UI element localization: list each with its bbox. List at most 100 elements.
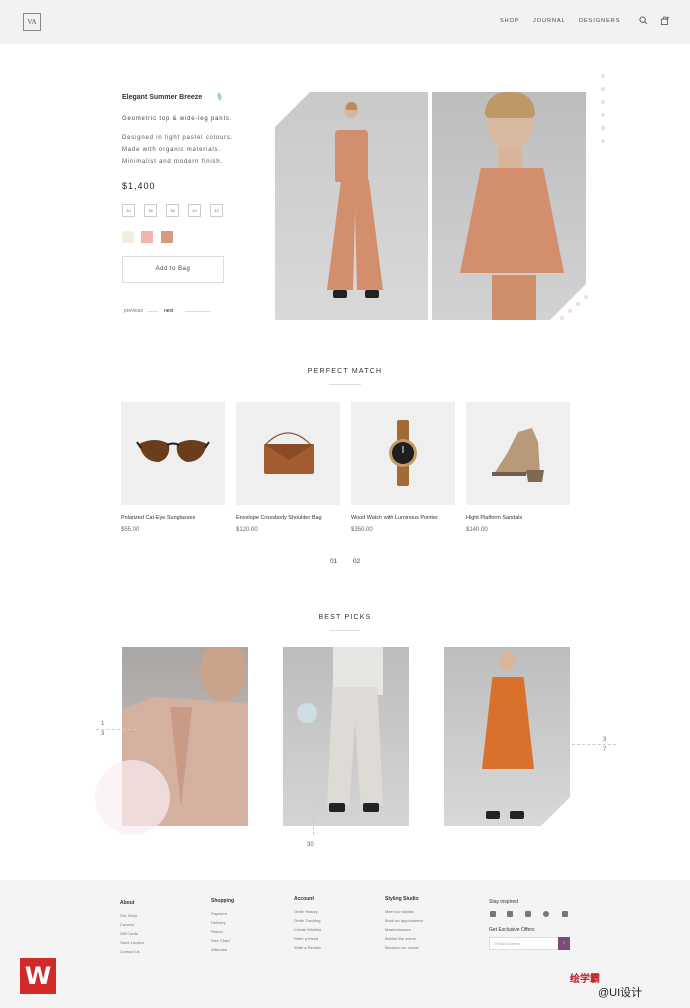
model-pants xyxy=(327,687,383,805)
pick-index: 30 xyxy=(307,842,314,848)
twitter-icon[interactable] xyxy=(525,911,531,917)
section-title-best-picks: BEST PICKS xyxy=(318,614,372,621)
color-swatch-pink[interactable] xyxy=(141,231,153,243)
footer-link[interactable]: Payment xyxy=(211,911,227,916)
decor-dot xyxy=(601,126,605,130)
divider xyxy=(148,311,158,312)
product-subtitle: Geometric top & wide-leg pants. xyxy=(122,116,233,122)
nav-shop[interactable]: SHOP xyxy=(500,18,520,24)
model-shoe xyxy=(329,803,345,812)
model-hair xyxy=(485,92,535,118)
product-card-image[interactable] xyxy=(121,402,225,505)
product-card-price: $140.00 xyxy=(466,527,488,533)
decor-dot xyxy=(568,309,572,313)
best-pick-image[interactable] xyxy=(283,647,409,826)
decor-dot xyxy=(601,113,605,117)
email-input[interactable]: Email address xyxy=(489,937,559,950)
bag-icon[interactable] xyxy=(660,16,669,25)
best-pick-image[interactable] xyxy=(444,647,570,826)
divider xyxy=(185,311,211,312)
product-card-image[interactable] xyxy=(466,402,570,505)
footer-link[interactable]: Our Story xyxy=(120,913,137,918)
dashed-line xyxy=(536,744,616,745)
decor-dot xyxy=(560,316,564,320)
pick-index: 3 xyxy=(101,731,105,737)
footer-link[interactable]: Order Tracking xyxy=(294,918,320,923)
footer-link[interactable]: Behind the scene xyxy=(385,936,416,941)
section-underline xyxy=(329,384,361,385)
decor-dot xyxy=(584,295,588,299)
next-link[interactable]: next xyxy=(164,308,173,314)
model-shoe xyxy=(363,803,379,812)
color-swatch-cream[interactable] xyxy=(122,231,134,243)
section-title-perfect-match: PERFECT MATCH xyxy=(307,368,383,375)
footer-heading: About xyxy=(120,900,135,906)
footer-link[interactable]: Careers xyxy=(120,922,134,927)
size-option[interactable]: 40 xyxy=(188,204,201,217)
size-option[interactable]: 42 xyxy=(210,204,223,217)
facebook-icon[interactable] xyxy=(490,911,496,917)
model-neck xyxy=(498,148,522,170)
pick-index: 3 xyxy=(603,737,607,743)
model-dress xyxy=(482,677,534,769)
footer-link[interactable]: Meet our stylists xyxy=(385,909,414,914)
footer-link[interactable]: Order History xyxy=(294,909,318,914)
pagination-page[interactable]: 01 xyxy=(330,558,337,565)
footer-heading: Account xyxy=(294,896,314,902)
decor-circle xyxy=(297,703,317,723)
footer-link[interactable]: Refer a friend xyxy=(294,936,318,941)
search-icon[interactable] xyxy=(639,16,648,25)
submit-email-button[interactable]: › xyxy=(558,937,570,950)
footer-link[interactable]: Create Wishlist xyxy=(294,927,321,932)
color-swatch-terracotta[interactable] xyxy=(161,231,173,243)
product-card-name[interactable]: Envelope Crossbody Shoulder Bag xyxy=(236,515,322,521)
leaf-icon xyxy=(215,92,224,101)
pagination-page[interactable]: 02 xyxy=(353,558,360,565)
size-option[interactable]: 34 xyxy=(122,204,135,217)
product-photo-full[interactable] xyxy=(275,92,428,320)
footer-link[interactable]: Book an appointment xyxy=(385,918,423,923)
footer-link[interactable]: Gift Cards xyxy=(120,931,138,936)
footer-link[interactable]: Delivery xyxy=(211,920,225,925)
product-desc-line: Made with organic materials. xyxy=(122,147,221,153)
bag-icon xyxy=(264,432,314,474)
product-card-name[interactable]: Polarized Cat-Eye Sunglasses xyxy=(121,515,195,521)
footer-heading: Styling Studio xyxy=(385,896,419,902)
footer-link[interactable]: Aftercare xyxy=(211,947,227,952)
product-card-price: $350.00 xyxy=(351,527,373,533)
footer-link[interactable]: Masterclasses xyxy=(385,927,411,932)
sunglasses-icon xyxy=(136,440,210,462)
decor-dot xyxy=(576,302,580,306)
product-card-image[interactable] xyxy=(351,402,455,505)
footer-link[interactable]: Return xyxy=(211,929,223,934)
product-card-name[interactable]: Wood Watch with Luminous Pointer xyxy=(351,515,438,521)
footer-link[interactable]: Size Chart xyxy=(211,938,230,943)
size-option[interactable]: 38 xyxy=(166,204,179,217)
decor-circle xyxy=(95,760,170,835)
watermark-ui: @UI设计 xyxy=(598,987,643,999)
product-card-image[interactable] xyxy=(236,402,340,505)
footer-heading: Shopping xyxy=(211,898,235,904)
youtube-icon[interactable] xyxy=(562,911,568,917)
nav-journal[interactable]: JOURNAL xyxy=(533,18,566,24)
footer-link[interactable]: Store Locator xyxy=(120,940,144,945)
product-photo-closeup[interactable] xyxy=(432,92,586,320)
footer-link[interactable]: Contact Us xyxy=(120,949,140,954)
dashed-line xyxy=(313,790,314,835)
instagram-icon[interactable] xyxy=(507,911,513,917)
pick-index: 7 xyxy=(603,747,607,753)
model-shoulder xyxy=(200,647,246,701)
size-option[interactable]: 36 xyxy=(144,204,157,217)
exclusive-offers-heading: Get Exclusive Offers xyxy=(489,927,535,933)
footer-link[interactable]: Write a Review xyxy=(294,945,321,950)
pinterest-icon[interactable] xyxy=(543,911,549,917)
product-card-name[interactable]: Hight Platform Sandals xyxy=(466,515,522,521)
brand-logo[interactable]: VA xyxy=(23,13,41,31)
pick-index: 1 xyxy=(101,721,105,727)
nav-designers[interactable]: DESIGNERS xyxy=(579,18,620,24)
add-to-bag-button[interactable]: Add to Bag xyxy=(122,256,224,283)
footer-link[interactable]: Become our model xyxy=(385,945,419,950)
model-top xyxy=(335,130,368,182)
previous-link[interactable]: previous xyxy=(124,308,143,314)
model-shoe xyxy=(486,811,500,819)
